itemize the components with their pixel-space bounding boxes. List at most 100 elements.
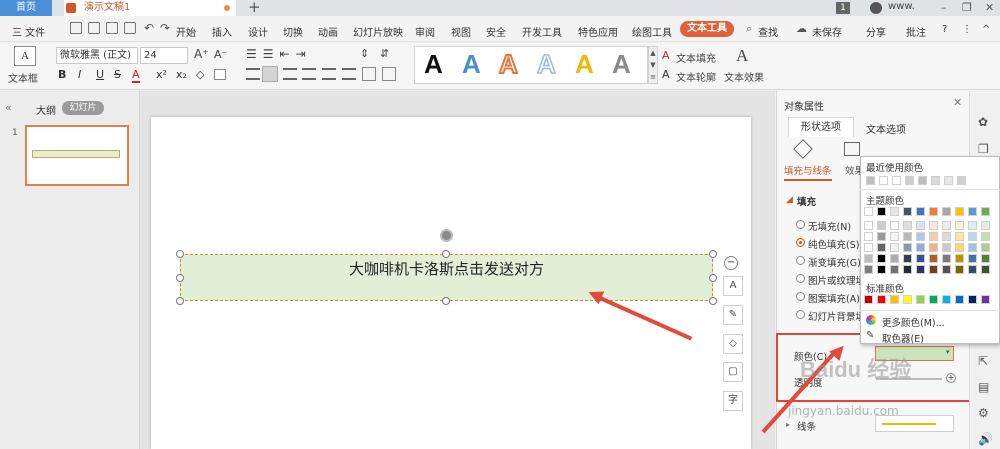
- more-colors-button[interactable]: 更多颜色(M)...: [882, 315, 945, 329]
- theme-color-swatch[interactable]: [877, 265, 886, 274]
- theme-color-swatch[interactable]: [968, 243, 977, 252]
- tab-text-options[interactable]: 文本选项: [866, 121, 906, 136]
- text-style-orange-outline[interactable]: A: [498, 48, 519, 80]
- float-pen-button[interactable]: ✎: [723, 305, 743, 325]
- theme-color-swatch[interactable]: [864, 207, 873, 216]
- recent-color-swatch[interactable]: [944, 176, 953, 185]
- document-tab[interactable]: 演示文稿1: [64, 0, 236, 16]
- theme-color-swatch[interactable]: [890, 221, 899, 230]
- settings-icon[interactable]: ⚙: [978, 406, 989, 420]
- theme-color-swatch[interactable]: [890, 232, 899, 241]
- underline-button[interactable]: U: [96, 68, 104, 81]
- menu-animation[interactable]: 动画: [318, 24, 338, 39]
- char-border-icon[interactable]: [214, 69, 226, 80]
- theme-color-swatch[interactable]: [929, 254, 938, 263]
- standard-color-swatch[interactable]: [864, 295, 873, 304]
- theme-color-swatch[interactable]: [955, 254, 964, 263]
- print-icon[interactable]: [106, 22, 118, 34]
- panel-close-icon[interactable]: ✕: [953, 96, 962, 109]
- theme-color-swatch[interactable]: [877, 243, 886, 252]
- theme-color-swatch[interactable]: [929, 265, 938, 274]
- menu-transition[interactable]: 切换: [283, 24, 303, 39]
- text-direction-icon[interactable]: ⇵: [380, 47, 389, 60]
- theme-color-swatch[interactable]: [981, 221, 990, 230]
- justify-icon[interactable]: [302, 68, 316, 80]
- theme-color-swatch[interactable]: [890, 265, 899, 274]
- more-button[interactable]: ⋮: [962, 24, 972, 35]
- theme-color-swatch[interactable]: [942, 207, 951, 216]
- resize-handle-l[interactable]: [176, 274, 184, 282]
- strikethrough-button[interactable]: S: [114, 68, 121, 81]
- close-button[interactable]: ✕: [985, 0, 994, 16]
- archive-icon[interactable]: ▤: [978, 380, 989, 394]
- tab-shape-options[interactable]: 形状选项: [788, 117, 854, 137]
- resize-handle-b[interactable]: [442, 297, 450, 305]
- selected-textbox[interactable]: 大咖啡机卡洛斯点击发送对方: [180, 254, 713, 301]
- line-header[interactable]: 线条: [797, 419, 816, 433]
- print-preview-icon[interactable]: [88, 22, 100, 34]
- float-text-button[interactable]: A: [723, 276, 743, 296]
- theme-color-swatch[interactable]: [942, 221, 951, 230]
- effects-icon[interactable]: [844, 142, 860, 156]
- standard-color-swatch[interactable]: [877, 295, 886, 304]
- textbox-icon[interactable]: A: [14, 46, 36, 66]
- theme-color-swatch[interactable]: [981, 254, 990, 263]
- theme-color-swatch[interactable]: [903, 243, 912, 252]
- theme-color-swatch[interactable]: [981, 265, 990, 274]
- theme-color-swatch[interactable]: [955, 221, 964, 230]
- menu-view[interactable]: 视图: [451, 24, 471, 39]
- menu-insert[interactable]: 插入: [212, 24, 232, 39]
- tab-slides[interactable]: 幻灯片: [62, 101, 104, 115]
- option-no-fill[interactable]: 无填充(N): [808, 219, 851, 233]
- text-style-black[interactable]: A: [424, 49, 443, 80]
- bold-button[interactable]: B: [58, 68, 66, 81]
- standard-color-swatch[interactable]: [968, 295, 977, 304]
- menu-slideshow[interactable]: 幻灯片放映: [353, 24, 403, 39]
- redo-icon[interactable]: ↷: [160, 21, 170, 35]
- standard-color-swatch[interactable]: [890, 295, 899, 304]
- radio-picture-fill[interactable]: [796, 274, 805, 283]
- menu-developer[interactable]: 开发工具: [522, 24, 562, 39]
- clear-format-button[interactable]: ◇: [196, 68, 204, 81]
- resize-handle-t[interactable]: [442, 250, 450, 258]
- theme-color-swatch[interactable]: [916, 265, 925, 274]
- text-fill-button[interactable]: 文本填充: [676, 50, 716, 65]
- menu-drawing-tools[interactable]: 绘图工具: [632, 24, 672, 39]
- theme-color-swatch[interactable]: [864, 243, 873, 252]
- text-outline-button[interactable]: 文本轮廓: [676, 69, 716, 84]
- theme-color-swatch[interactable]: [903, 221, 912, 230]
- radio-no-fill[interactable]: [796, 220, 805, 229]
- gallery-scroll-icon[interactable]: ▲ ▼ ≡: [648, 46, 658, 84]
- undo-icon[interactable]: ↶: [144, 21, 154, 35]
- theme-color-swatch[interactable]: [955, 207, 964, 216]
- search-button[interactable]: 查找: [758, 24, 778, 39]
- text-fill-icon[interactable]: A: [662, 49, 670, 62]
- italic-button[interactable]: I: [78, 68, 81, 81]
- comment-button[interactable]: 批注: [906, 24, 926, 39]
- theme-color-swatch[interactable]: [955, 265, 964, 274]
- file-menu[interactable]: 三 文件: [12, 24, 45, 39]
- standard-color-swatch[interactable]: [981, 295, 990, 304]
- resize-handle-tr[interactable]: [709, 250, 717, 258]
- standard-color-swatch[interactable]: [955, 295, 964, 304]
- theme-color-swatch[interactable]: [877, 207, 886, 216]
- home-tab[interactable]: 首页: [0, 0, 52, 16]
- increase-font-icon[interactable]: A⁺: [194, 47, 209, 61]
- theme-color-swatch[interactable]: [903, 265, 912, 274]
- recent-color-swatch[interactable]: [866, 176, 875, 185]
- standard-color-swatch[interactable]: [903, 295, 912, 304]
- theme-color-swatch[interactable]: [942, 265, 951, 274]
- float-char-button[interactable]: 字: [723, 391, 743, 411]
- fill-header[interactable]: 填充: [797, 194, 816, 208]
- subscript-button[interactable]: x₂: [176, 68, 187, 81]
- resize-handle-bl[interactable]: [176, 297, 184, 305]
- theme-color-swatch[interactable]: [864, 232, 873, 241]
- theme-color-swatch[interactable]: [916, 221, 925, 230]
- help-button[interactable]: ?: [942, 24, 947, 35]
- option-solid-fill[interactable]: 纯色填充(S): [808, 237, 859, 251]
- eyedropper-button[interactable]: 取色器(E): [882, 331, 924, 345]
- text-effect-button[interactable]: 文本效果: [724, 69, 764, 84]
- columns-icon[interactable]: [342, 68, 356, 80]
- resize-handle-tl[interactable]: [176, 250, 184, 258]
- menu-features[interactable]: 特色应用: [578, 24, 618, 39]
